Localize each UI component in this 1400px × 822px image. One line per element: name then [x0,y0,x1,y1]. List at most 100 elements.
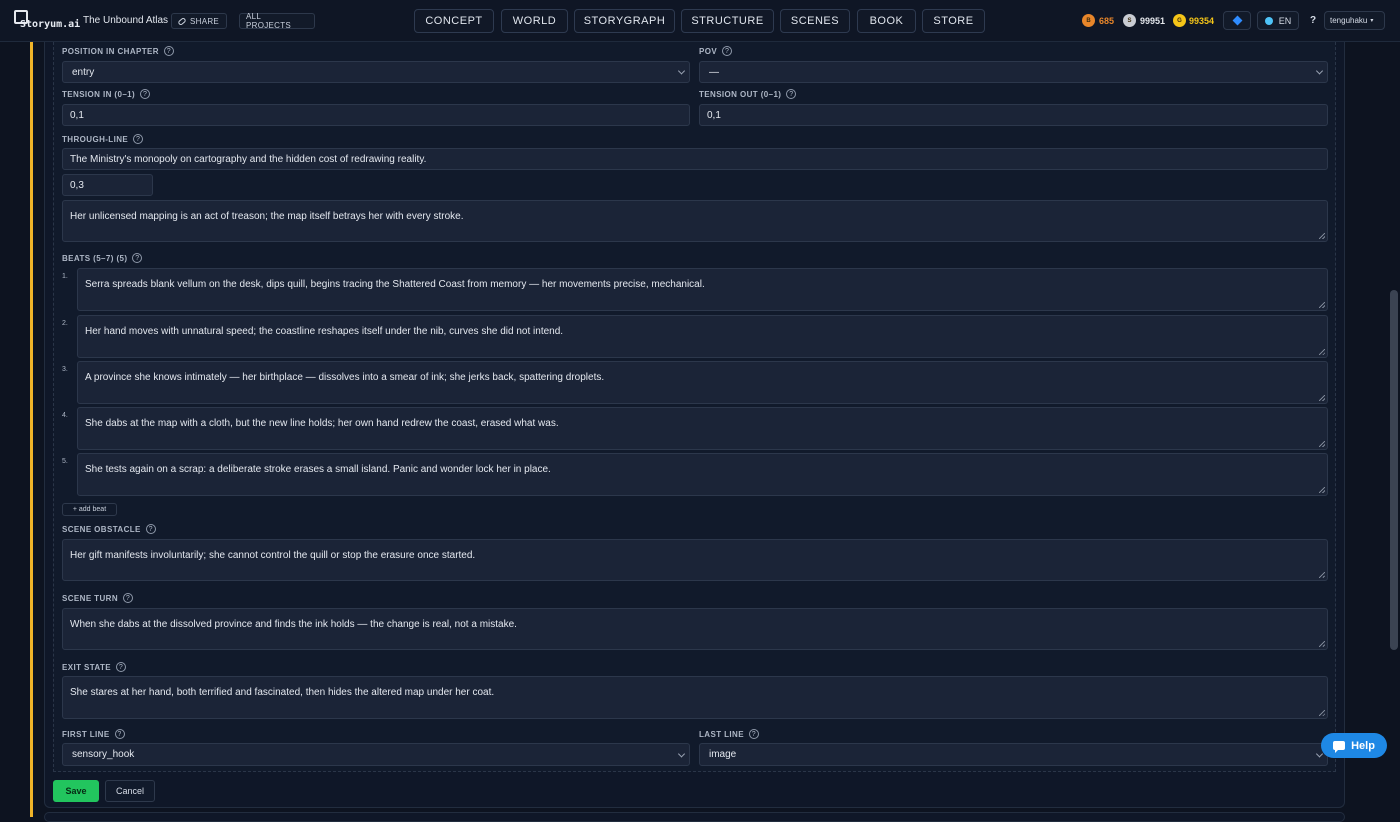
through-line-note-textarea[interactable]: Her unlicensed mapping is an act of trea… [62,200,1328,242]
share-label: SHARE [190,16,220,26]
all-projects-button[interactable]: ALL PROJECTS [239,12,315,30]
tab-storygraph[interactable]: STORYGRAPH [574,9,675,33]
caret-down-icon: ▾ [1370,18,1374,24]
beat-textarea[interactable]: Serra spreads blank vellum on the desk, … [77,268,1328,311]
storyum-logo[interactable]: Storyum.ai [14,10,80,32]
through-line-input[interactable]: The Ministry's monopoly on cartography a… [62,148,1328,170]
beat-textarea[interactable]: Her hand moves with unnatural speed; the… [77,315,1328,358]
resize-handle-icon[interactable] [1319,233,1325,239]
tab-concept[interactable]: CONCEPT [414,9,494,33]
user-menu[interactable]: tenguhaku ▾ [1324,11,1385,30]
beat-textarea[interactable]: She dabs at the map with a cloth, but th… [77,407,1328,450]
beat-text: She dabs at the map with a cloth, but th… [85,418,559,429]
tab-scenes[interactable]: SCENES [780,9,850,33]
project-title: The Unbound Atlas [83,15,169,26]
position-label: POSITION IN CHAPTER? [62,46,174,56]
through-line-note-text: Her unlicensed mapping is an act of trea… [70,211,464,222]
add-beat-button[interactable]: + add beat [62,503,117,516]
link-icon [177,16,187,26]
next-scene-card [44,812,1345,822]
gold-balance: 99354 [1189,16,1215,26]
language-button[interactable]: EN [1257,11,1299,30]
help-chat-button[interactable]: Help [1321,733,1387,758]
beat-textarea[interactable]: A province she knows intimately — her bi… [77,361,1328,404]
exit-textarea[interactable]: She stares at her hand, both terrified a… [62,676,1328,719]
scrollbar-thumb[interactable] [1390,290,1398,650]
resize-handle-icon[interactable] [1319,641,1325,647]
tab-store[interactable]: STORE [922,9,985,33]
last-line-label: LAST LINE? [699,729,759,739]
silver-coin-icon: S [1123,14,1136,27]
help-icon[interactable]: ? [163,46,174,56]
position-label-text: POSITION IN CHAPTER [62,46,159,56]
position-value: entry [72,66,95,78]
resize-handle-icon[interactable] [1319,349,1325,355]
all-projects-label: ALL PROJECTS [246,12,292,30]
help-icon[interactable]: ? [132,253,143,263]
help-icon[interactable]: ? [748,729,759,739]
beat-number: 1. [62,273,68,280]
resize-handle-icon[interactable] [1319,441,1325,447]
cancel-button[interactable]: Cancel [105,780,155,802]
tab-world[interactable]: WORLD [501,9,568,33]
beat-number: 2. [62,320,68,327]
beat-text: Serra spreads blank vellum on the desk, … [85,279,705,290]
through-line-label-text: THROUGH-LINE [62,134,129,144]
first-line-value: sensory_hook [72,749,135,760]
help-icon[interactable]: ? [140,89,151,99]
last-line-label-text: LAST LINE [699,729,744,739]
help-icon[interactable]: ? [722,46,733,56]
help-icon[interactable]: ? [786,89,797,99]
help-icon[interactable]: ? [116,662,127,672]
pov-label-text: POV [699,46,718,56]
chat-icon [1333,741,1346,753]
first-line-label-text: FIRST LINE [62,729,110,739]
tab-structure[interactable]: STRUCTURE [681,9,774,33]
beat-number: 3. [62,366,68,373]
help-icon[interactable]: ? [145,524,156,534]
help-label: Help [1351,739,1375,752]
last-line-select[interactable]: image [699,743,1328,766]
resize-handle-icon[interactable] [1319,710,1325,716]
help-icon[interactable]: ? [114,729,125,739]
pov-value: — [709,66,719,78]
tension-in-label-text: TENSION IN (0–1) [62,89,136,99]
help-icon[interactable]: ? [133,134,144,144]
obstacle-textarea[interactable]: Her gift manifests involuntarily; she ca… [62,539,1328,581]
chevron-down-icon [1315,67,1324,75]
exit-text: She stares at her hand, both terrified a… [70,687,495,698]
first-line-select[interactable]: sensory_hook [62,743,690,766]
turn-textarea[interactable]: When she dabs at the dissolved province … [62,608,1328,650]
premium-button[interactable] [1223,11,1251,30]
pov-select[interactable]: — [699,61,1328,83]
beat-number: 5. [62,458,68,465]
beat-textarea[interactable]: She tests again on a scrap: a deliberate… [77,453,1328,496]
tension-out-input[interactable]: 0,1 [699,104,1328,126]
through-line-weight-input[interactable]: 0,3 [62,174,153,196]
globe-icon [1264,16,1273,25]
chevron-down-icon [677,67,686,75]
resize-handle-icon[interactable] [1319,572,1325,578]
save-button[interactable]: Save [53,780,99,802]
through-line-label: THROUGH-LINE? [62,134,144,144]
beat-text: A province she knows intimately — her bi… [85,372,605,383]
resize-handle-icon[interactable] [1319,395,1325,401]
pov-label: POV? [699,46,733,56]
tab-book[interactable]: BOOK [857,9,916,33]
obstacle-label: SCENE OBSTACLE? [62,524,156,534]
help-question-button[interactable]: ? [1305,11,1321,30]
logo-text: Storyum.ai [20,19,81,30]
beats-label-text: BEATS (5–7) (5) [62,253,128,263]
position-select[interactable]: entry [62,61,690,83]
obstacle-label-text: SCENE OBSTACLE [62,524,141,534]
tension-in-input[interactable]: 0,1 [62,104,690,126]
active-scene-accent [30,42,33,817]
resize-handle-icon[interactable] [1319,302,1325,308]
last-line-value: image [709,749,737,760]
help-icon[interactable]: ? [123,593,134,603]
share-button[interactable]: SHARE [171,13,227,29]
language-label: EN [1278,15,1292,26]
beat-number: 4. [62,412,68,419]
chevron-down-icon [677,749,686,758]
resize-handle-icon[interactable] [1319,487,1325,493]
